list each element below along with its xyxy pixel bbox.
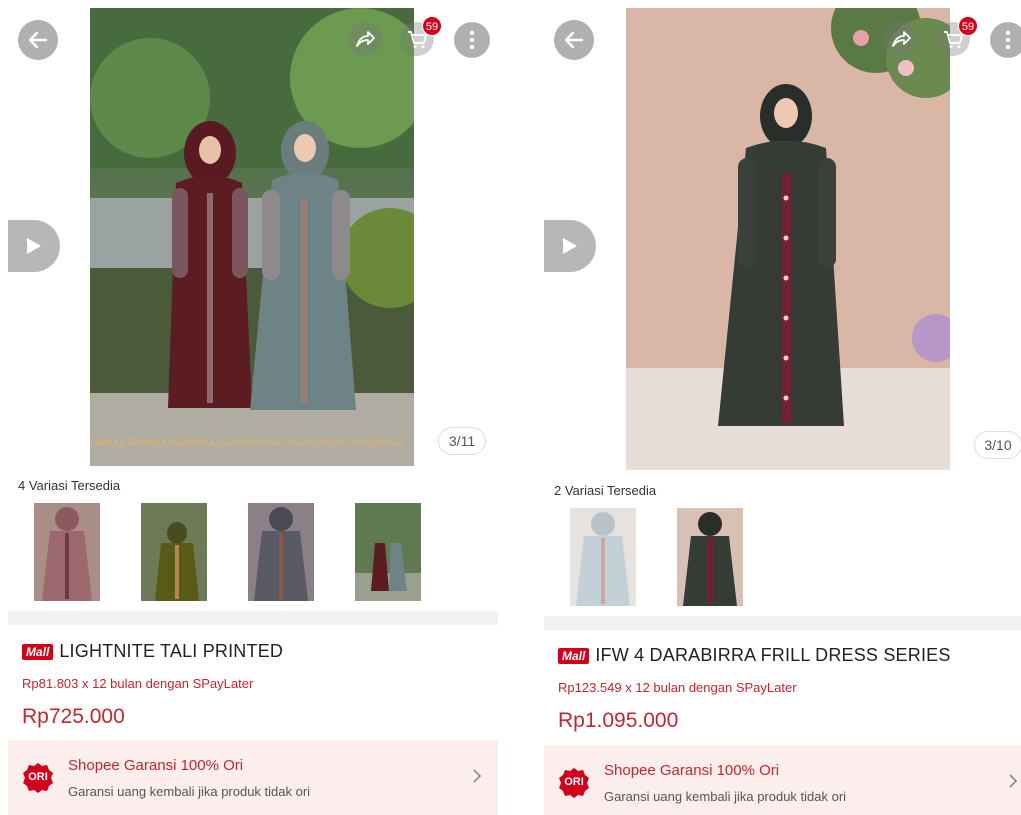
hero-photo-single-model [626,8,950,470]
more-vertical-icon [469,30,475,50]
guarantee-subtitle: Garansi uang kembali jika produk tidak o… [604,789,847,804]
variant-thumbnail-image [570,508,636,606]
guarantee-title: Shopee Garansi 100% Ori [68,757,244,774]
variant-thumbnail[interactable] [355,503,421,601]
variant-thumbnail[interactable] [570,508,636,606]
product-hero-image[interactable]: DARABIRRADARABIRRADARABIRRADARABIRRADARA… [90,8,414,466]
variant-thumbnail[interactable] [34,503,100,601]
variant-thumbnail-image [677,508,743,606]
share-button[interactable] [348,22,382,56]
mall-badge: Mall [558,647,590,664]
cart-count-badge: 59 [958,16,978,36]
watermark-text: DARABIRRADARABIRRADARABIRRADARABIRRADARA… [90,438,405,449]
play-video-button[interactable] [544,220,596,272]
back-button[interactable] [18,20,58,60]
back-arrow-icon [564,31,584,49]
more-vertical-icon [1005,30,1011,50]
ori-badge-text: ORI [564,776,584,788]
variant-thumbnail-image [34,503,100,601]
guarantee-title: Shopee Garansi 100% Ori [604,762,780,779]
guarantee-banner[interactable]: ORI Shopee Garansi 100% Ori Garansi uang… [8,740,498,815]
variant-thumbnail-image [355,503,421,601]
section-divider [544,616,1021,630]
guarantee-subtitle: Garansi uang kembali jika produk tidak o… [68,784,311,799]
more-options-button[interactable] [990,22,1021,58]
variant-thumbnail[interactable] [141,503,207,601]
play-video-button[interactable] [8,220,60,272]
image-counter: 3/11 [438,427,486,455]
product-price: Rp1.095.000 [558,709,679,732]
chevron-right-icon [473,769,482,783]
more-options-button[interactable] [454,22,490,58]
variant-thumbnail[interactable] [248,503,314,601]
paylater-installment[interactable]: Rp81.803 x 12 bulan dengan SPayLater [22,676,253,691]
product-title-row: Mall IFW 4 DARABIRRA FRILL DRESS SERIES [558,645,951,666]
variant-count-label: 4 Variasi Tersedia [18,478,121,493]
guarantee-banner[interactable]: ORI Shopee Garansi 100% Ori Garansi uang… [544,745,1021,815]
mall-badge: Mall [22,643,54,660]
variant-thumbnail[interactable] [677,508,743,606]
ori-badge-icon: ORI [22,762,54,794]
product-hero-image[interactable] [626,8,950,470]
product-panel-right: 59 3/10 2 Variasi Tersedia Mall IFW 4 DA… [544,0,1021,815]
play-icon [563,238,577,254]
back-arrow-icon [28,31,48,49]
cart-count-badge: 59 [422,16,442,36]
back-button[interactable] [554,20,594,60]
ori-badge-icon: ORI [558,767,590,799]
play-icon [27,238,41,254]
cart-button[interactable]: 59 [400,16,442,56]
variant-thumbnail-image [248,503,314,601]
variant-thumbnail-image [141,503,207,601]
share-button[interactable] [884,22,918,56]
ori-badge-text: ORI [28,771,48,783]
hero-photo-two-models [90,8,414,466]
product-title: IFW 4 DARABIRRA FRILL DRESS SERIES [595,645,951,665]
product-price: Rp725.000 [22,705,125,728]
share-icon [892,31,911,47]
cart-button[interactable]: 59 [936,16,978,56]
chevron-right-icon [1009,774,1018,788]
variant-count-label: 2 Variasi Tersedia [554,483,657,498]
product-panel-left: DARABIRRADARABIRRADARABIRRADARABIRRADARA… [8,0,498,815]
product-title-row: Mall LIGHTNITE TALI PRINTED [22,641,283,662]
section-divider [8,611,498,625]
product-title: LIGHTNITE TALI PRINTED [59,641,284,661]
share-icon [356,31,375,47]
image-counter: 3/10 [974,431,1021,459]
paylater-installment[interactable]: Rp123.549 x 12 bulan dengan SPayLater [558,680,797,695]
